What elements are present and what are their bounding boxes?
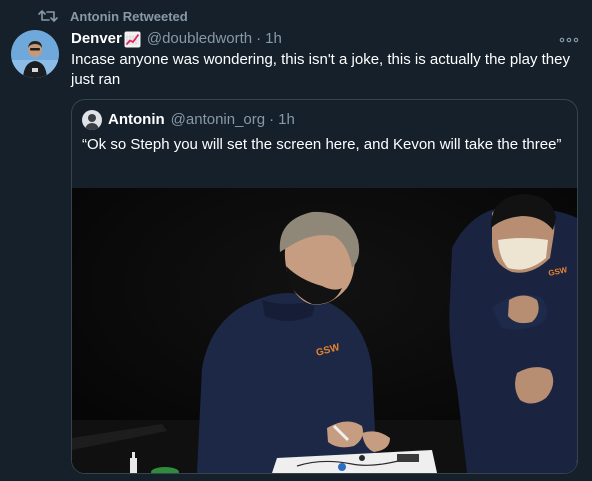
chart-increasing-icon bbox=[124, 31, 141, 47]
quoted-author-handle: @antonin_org bbox=[170, 111, 266, 128]
author-name[interactable]: Denver bbox=[71, 29, 122, 49]
quoted-separator-dot: · bbox=[269, 111, 275, 128]
tweet-text: Incase anyone was wondering, this isn't … bbox=[71, 51, 570, 88]
quoted-author-avatar bbox=[82, 110, 102, 130]
separator-dot: · bbox=[256, 30, 262, 47]
author-avatar[interactable] bbox=[11, 30, 59, 78]
quoted-tweet-time: 1h bbox=[278, 111, 295, 128]
retweet-label[interactable]: Antonin Retweeted bbox=[70, 9, 188, 24]
tweet-time[interactable]: 1h bbox=[265, 29, 282, 49]
retweet-icon bbox=[38, 10, 58, 22]
quoted-tweet-header: Antonin @antonin_org · 1h bbox=[82, 110, 295, 130]
quoted-author-name: Antonin bbox=[108, 111, 165, 128]
quoted-tweet-text: “Ok so Steph you will set the screen her… bbox=[82, 136, 562, 153]
quoted-tweet[interactable]: Antonin @antonin_org · 1h “Ok so Steph y… bbox=[71, 99, 578, 474]
tweet-header: Denver @doubledworth · 1h bbox=[71, 29, 282, 49]
more-icon[interactable] bbox=[558, 34, 580, 46]
retweet-context[interactable]: Antonin Retweeted bbox=[38, 8, 188, 24]
tweet[interactable]: Antonin Retweeted Denver @doubledworth ·… bbox=[0, 0, 592, 481]
quoted-tweet-image[interactable]: GSW GSW bbox=[72, 188, 577, 473]
author-handle[interactable]: @doubledworth bbox=[147, 29, 252, 49]
